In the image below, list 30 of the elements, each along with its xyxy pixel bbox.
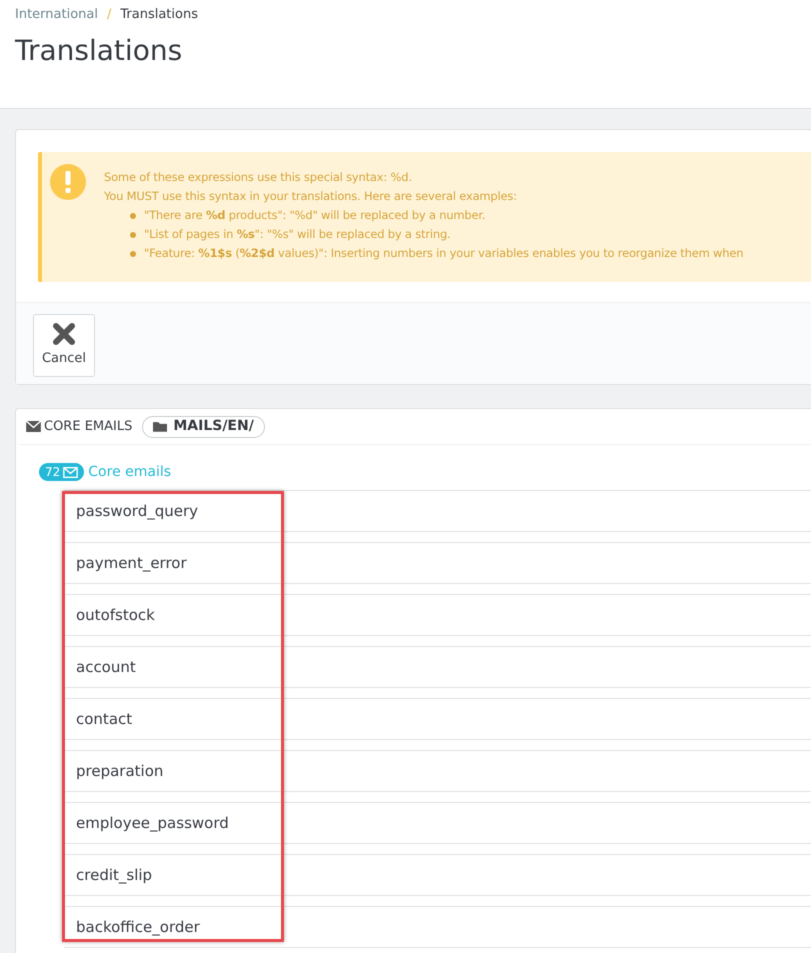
bullet-icon [130,212,136,218]
alert-bullet-text: "List of pages in %s": "%s" will be replaced by a string. [144,226,450,243]
email-row[interactable]: password_query [64,490,811,532]
email-row[interactable]: outofstock [64,594,811,636]
bullet-icon [130,232,136,238]
count-badge: 72 [39,463,84,481]
email-row[interactable]: credit_slip [64,854,811,896]
alert-bullet-text: "There are %d products": "%d" will be replaced by a number. [144,207,486,224]
page-title: Translations [15,32,184,68]
email-row[interactable]: payment_error [64,542,811,584]
email-row[interactable]: backoffice_order [64,906,811,948]
email-row[interactable]: account [64,646,811,688]
cancel-button[interactable]: Cancel [33,314,95,377]
breadcrumb-separator: / [106,6,112,24]
folder-icon [153,421,168,432]
email-row[interactable]: preparation [64,750,811,792]
envelope-icon [63,466,78,478]
alert-text: You MUST use this syntax in your translations. Here are several examples: [104,188,518,205]
bullet-icon [130,250,136,256]
path-badge: MAILS/EN/ [142,416,265,438]
section-title: CORE EMAILS [44,418,132,436]
envelope-icon [26,421,41,432]
alert-bullet-text: "Feature: %1$s (%2$d values)": Inserting numbers in your variables enables you to reorganize them when [144,245,744,262]
email-row[interactable]: contact [64,698,811,740]
close-icon [52,322,76,346]
alert-text: Some of these expressions use this special syntax: %d. [104,169,413,186]
email-row[interactable]: employee_password [64,802,811,844]
warning-icon [50,164,86,200]
breadcrumb-item[interactable]: International [15,5,98,24]
breadcrumb-item: Translations [120,6,198,24]
